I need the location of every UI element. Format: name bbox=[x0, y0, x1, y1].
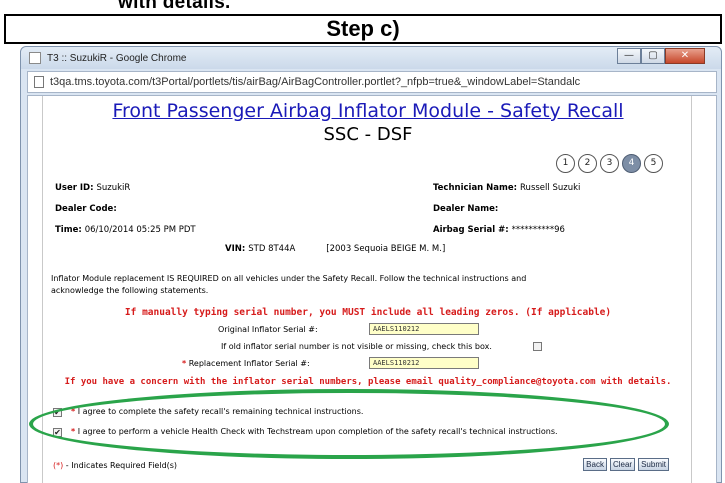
user-id-value: SuzukiR bbox=[96, 183, 131, 193]
instructions-lead: Inflator Module replacement IS REQUIRED bbox=[51, 274, 219, 283]
form-buttons: Back Clear Submit bbox=[583, 458, 669, 471]
window-titlebar[interactable]: T3 :: SuzukiR - Google Chrome bbox=[21, 47, 721, 69]
vin-label: VIN: bbox=[225, 244, 246, 254]
serial-entry-note: If manually typing serial number, you MU… bbox=[124, 307, 612, 318]
window-title: T3 :: SuzukiR - Google Chrome bbox=[47, 52, 187, 64]
maximize-button[interactable]: ▢ bbox=[641, 48, 665, 64]
replacement-serial-label: Replacement Inflator Serial #: bbox=[188, 359, 310, 368]
time-row: Time: 06/10/2014 05:25 PM PDT bbox=[55, 225, 196, 235]
replacement-serial-input[interactable]: AAELS110212 bbox=[369, 357, 479, 369]
required-note-text: - Indicates Required Field(s) bbox=[65, 461, 178, 470]
page-icon bbox=[34, 76, 44, 88]
step-4-active[interactable]: 4 bbox=[622, 154, 641, 173]
step-5[interactable]: 5 bbox=[644, 154, 663, 173]
step-3[interactable]: 3 bbox=[600, 154, 619, 173]
close-button[interactable]: ✕ bbox=[665, 48, 705, 64]
time-label: Time: bbox=[55, 225, 82, 235]
back-button[interactable]: Back bbox=[583, 458, 607, 471]
url-text[interactable]: t3qa.tms.toyota.com/t3Portal/portlets/ti… bbox=[50, 76, 580, 88]
original-serial-label: Original Inflator Serial #: bbox=[218, 325, 318, 334]
clear-button[interactable]: Clear bbox=[609, 458, 636, 471]
window-controls: — ▢ ✕ bbox=[617, 48, 705, 64]
instructions-rest: on all vehicles under the Safety Recall.… bbox=[221, 274, 527, 283]
dealer-name-label: Dealer Name: bbox=[433, 204, 499, 214]
vehicle-description: [2003 Sequoia BEIGE M. M.] bbox=[326, 244, 446, 254]
missing-serial-label: If old inflator serial number is not vis… bbox=[221, 342, 492, 351]
dealer-code-label: Dealer Code: bbox=[55, 204, 117, 214]
page-title-link[interactable]: Front Passenger Airbag Inflator Module -… bbox=[43, 100, 693, 122]
page-subtitle: SSC - DSF bbox=[323, 124, 413, 145]
airbag-serial-row: Airbag Serial #: **********96 bbox=[433, 225, 565, 235]
vin-value: STD 8T44A bbox=[248, 244, 296, 254]
missing-serial-checkbox[interactable] bbox=[533, 342, 542, 351]
step-1[interactable]: 1 bbox=[556, 154, 575, 173]
replacement-required-star: * bbox=[182, 359, 187, 368]
minimize-button[interactable]: — bbox=[617, 48, 641, 64]
submit-button[interactable]: Submit bbox=[638, 458, 669, 471]
top-cut-off-text: with details. bbox=[118, 0, 231, 13]
address-bar[interactable]: t3qa.tms.toyota.com/t3Portal/portlets/ti… bbox=[27, 71, 717, 93]
airbag-serial-label: Airbag Serial #: bbox=[433, 225, 509, 235]
instructions-line2: acknowledge the following statements. bbox=[51, 286, 209, 295]
replacement-serial-row: * Replacement Inflator Serial #: bbox=[182, 359, 310, 368]
step-2[interactable]: 2 bbox=[578, 154, 597, 173]
step-indicator: 1 2 3 4 5 bbox=[556, 154, 663, 173]
user-id-label: User ID: bbox=[55, 183, 94, 193]
time-value: 06/10/2014 05:25 PM PDT bbox=[84, 225, 196, 235]
technician-row: Technician Name: Russell Suzuki bbox=[433, 183, 580, 193]
technician-value: Russell Suzuki bbox=[520, 183, 581, 193]
technician-label: Technician Name: bbox=[433, 183, 518, 193]
required-marker: (*) bbox=[53, 461, 64, 470]
step-heading-bar: Step c) bbox=[4, 14, 722, 44]
page-favicon-icon bbox=[29, 52, 41, 64]
airbag-serial-value: **********96 bbox=[511, 225, 565, 235]
vin-row: VIN: STD 8T44A [2003 Sequoia BEIGE M. M.… bbox=[225, 244, 445, 254]
contact-note: If you have a concern with the inflator … bbox=[64, 377, 672, 387]
required-fields-note: (*) - Indicates Required Field(s) bbox=[53, 461, 177, 470]
step-heading: Step c) bbox=[326, 16, 400, 41]
original-serial-input[interactable]: AAELS110212 bbox=[369, 323, 479, 335]
highlight-oval bbox=[29, 389, 669, 459]
instructions-text: Inflator Module replacement IS REQUIRED … bbox=[51, 273, 691, 297]
user-id-row: User ID: SuzukiR bbox=[55, 183, 130, 193]
